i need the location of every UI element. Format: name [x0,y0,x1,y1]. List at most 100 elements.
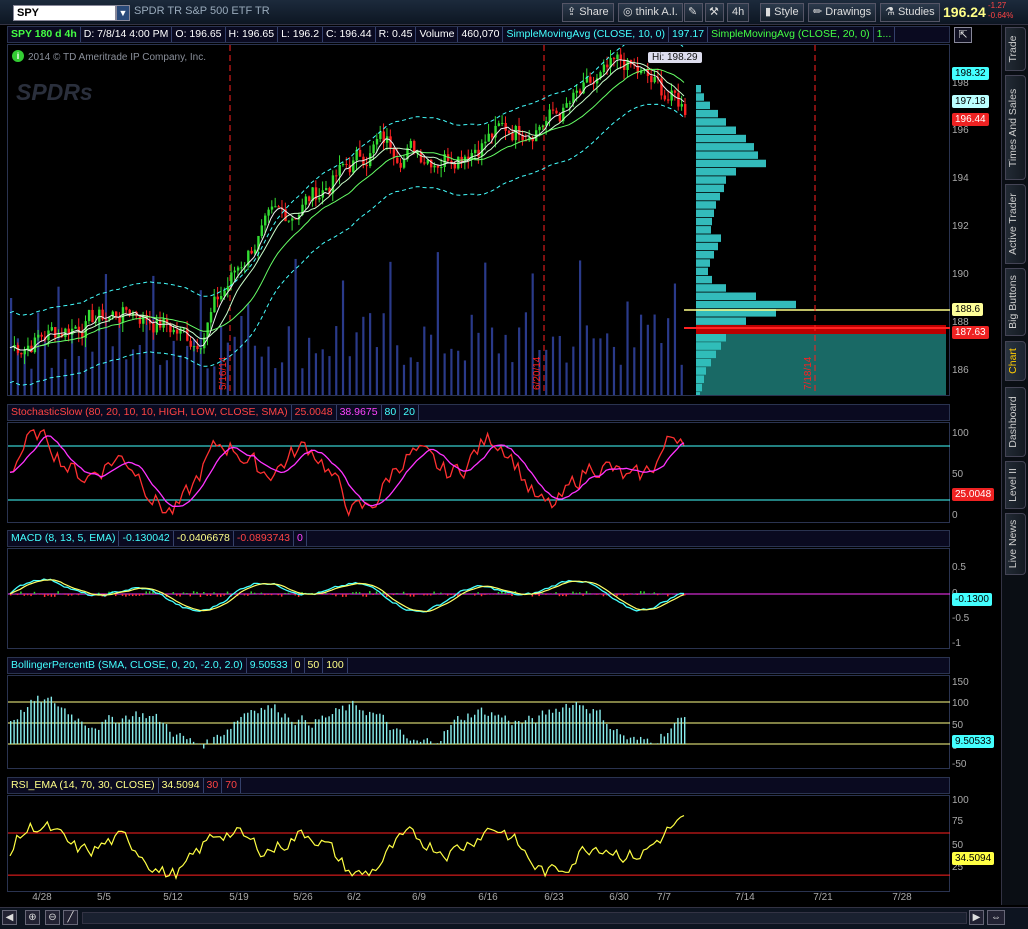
bb-bar [531,718,533,744]
volume-bar [565,362,568,395]
candle-body [196,346,199,349]
macd-hist-bar [436,594,439,595]
bb-bar [382,714,384,744]
tab-level-ii[interactable]: Level II [1005,461,1026,509]
zoom-out-icon[interactable]: ⊖ [45,910,60,925]
candle-body [579,90,582,94]
symbol-input[interactable]: SPY [13,5,116,21]
volume-bar [619,364,622,395]
volume-bar [396,345,399,395]
bb-bar [280,717,283,744]
stoch-study-name[interactable]: StochasticSlow (80, 20, 10, 10, HIGH, LO… [8,405,292,420]
share-button[interactable]: ⇪ Share [562,3,614,22]
bb-bar [413,739,415,744]
tab-big-buttons[interactable]: Big Buttons [1005,268,1026,336]
volume-profile-bar [696,300,796,309]
bb-bar [57,706,59,744]
bb-bar [148,715,151,744]
bb-bar [23,711,25,744]
bb-bar [318,719,320,744]
candle-body [484,141,487,144]
bb-bar [159,721,161,744]
macd-hist-bar [341,594,344,597]
candle-body [74,326,77,329]
candle-body [680,104,684,107]
date-tick: 5/19 [229,892,249,903]
macd-hist-bar [121,594,124,596]
info-icon[interactable]: i [12,50,24,62]
bb-bar [595,710,598,744]
horizontal-scrollbar[interactable] [82,912,967,924]
studies-button[interactable]: ⚗ Studies [880,3,940,22]
macd-hist-bar [534,594,537,595]
tab-trade[interactable]: Trade [1005,27,1026,71]
price-header-date: D: 7/8/14 4:00 PM [81,27,173,42]
price-header-sma20: SimpleMovingAvg (CLOSE, 20, 0) [708,27,874,42]
symbol-dropdown-icon[interactable]: ▼ [116,5,130,21]
tab-live-news[interactable]: Live News [1005,513,1026,575]
bb-bar [311,727,313,744]
macd-hist-bar [619,594,622,595]
pencil-button[interactable]: ✎ [684,3,703,22]
rsi-study-name[interactable]: RSI_EMA (14, 70, 30, CLOSE) [8,778,159,793]
bb-bar [324,717,327,744]
candle-body [304,196,308,205]
zoom-in-icon[interactable]: ⊕ [25,910,40,925]
expand-horizontal-icon[interactable]: ⇔ [987,910,1005,925]
bb-bar [169,731,171,744]
tab-chart[interactable]: Chart [1005,341,1026,381]
candle-body [433,165,436,168]
volume-bar [138,344,141,395]
bb-bar [355,705,357,744]
timeframe-button[interactable]: 4h [727,3,750,22]
sma5-line [9,59,685,352]
bb-bar [467,713,469,744]
volume-bar [463,360,467,395]
spdrs-logo: SPDRs [16,79,93,105]
bb-bar [352,700,354,744]
tab-active-trader-label: Active Trader [1007,193,1019,255]
drawings-button[interactable]: ✏ Drawings [808,3,877,22]
bb-bar [646,738,649,744]
tab-dashboard[interactable]: Dashboard [1005,387,1026,457]
macd-study-name[interactable]: MACD (8, 13, 5, EMA) [8,531,120,546]
think-ai-button[interactable]: ◎ think A.I. [618,3,683,22]
candle-body [37,334,40,338]
bb-bar [348,704,351,744]
bb-bar [47,697,49,744]
share-icon: ⇪ [567,6,577,18]
volume-profile-bar [696,317,746,325]
tab-active-trader[interactable]: Active Trader [1005,184,1026,264]
tab-times-and-sales[interactable]: Times And Sales [1005,75,1026,180]
expand-icon[interactable]: ⇱ [954,27,972,43]
style-button[interactable]: ▮ Style [760,3,804,22]
macd-hist-bar [558,594,561,597]
candle-body [219,296,223,300]
candle-body [396,157,399,163]
scroll-right-icon[interactable]: ▶ [969,910,984,925]
scroll-left-start-icon[interactable]: ◀ [2,910,17,925]
bb-panel [7,675,951,769]
bb-bar [10,721,12,744]
drawing-line-icon[interactable]: ╱ [63,910,78,925]
bb-bar [633,736,635,744]
bb-bar [213,736,215,744]
bb-bar [301,715,303,744]
bb-bar [433,744,435,745]
bb-bar [650,742,652,744]
bb-bar [392,729,395,744]
candle-body [335,175,338,177]
macd-hist-bar [23,594,26,596]
tools-button[interactable]: ⚒ [705,3,724,22]
candle-body [677,92,680,107]
stoch-tick: 0 [952,510,958,521]
studies-label: Studies [897,6,935,18]
macd-hist-bar [423,594,425,596]
candle-body [331,175,335,194]
bb-bar [609,728,611,744]
volume-profile-bar [696,159,766,168]
macd-hist-bar [555,592,557,594]
bb-study-name[interactable]: BollingerPercentB (SMA, CLOSE, 0, 20, -2… [8,658,247,673]
bb-bar [341,705,344,744]
candle-body [660,78,663,96]
